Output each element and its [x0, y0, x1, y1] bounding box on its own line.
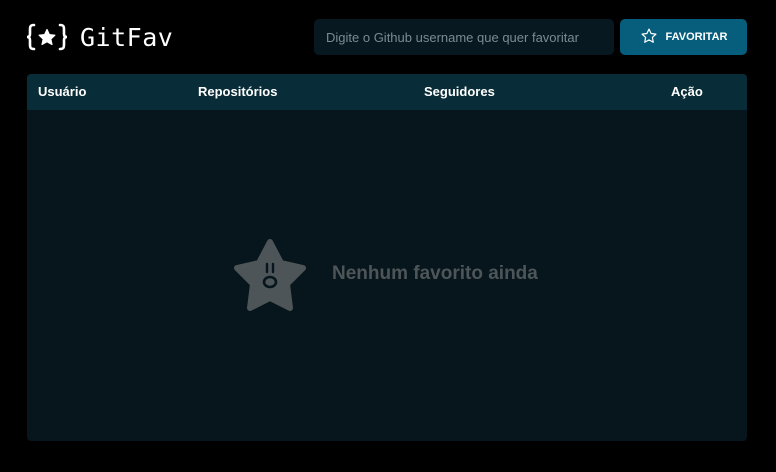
empty-state: Nenhum favorito ainda [27, 110, 747, 441]
empty-message: Nenhum favorito ainda [332, 263, 538, 284]
star-outline-icon [640, 27, 658, 48]
favorites-table: Usuário Repositórios Seguidores Ação Nen… [27, 74, 747, 441]
column-header-usuario: Usuário [38, 84, 87, 99]
favoritar-button-label: FAVORITAR [665, 31, 728, 43]
github-username-input[interactable] [314, 19, 614, 55]
app-name: GitFav [80, 22, 174, 52]
header: GitFav FAVORITAR [0, 0, 776, 74]
column-header-seguidores: Seguidores [424, 84, 495, 99]
sad-star-icon [232, 238, 312, 319]
favoritar-button[interactable]: FAVORITAR [620, 19, 747, 55]
star-braces-logo-icon [26, 22, 68, 52]
column-header-acao: Ação [671, 84, 703, 99]
column-header-repositorios: Repositórios [198, 84, 278, 99]
table-header: Usuário Repositórios Seguidores Ação [27, 74, 747, 110]
logo: GitFav [26, 22, 173, 52]
